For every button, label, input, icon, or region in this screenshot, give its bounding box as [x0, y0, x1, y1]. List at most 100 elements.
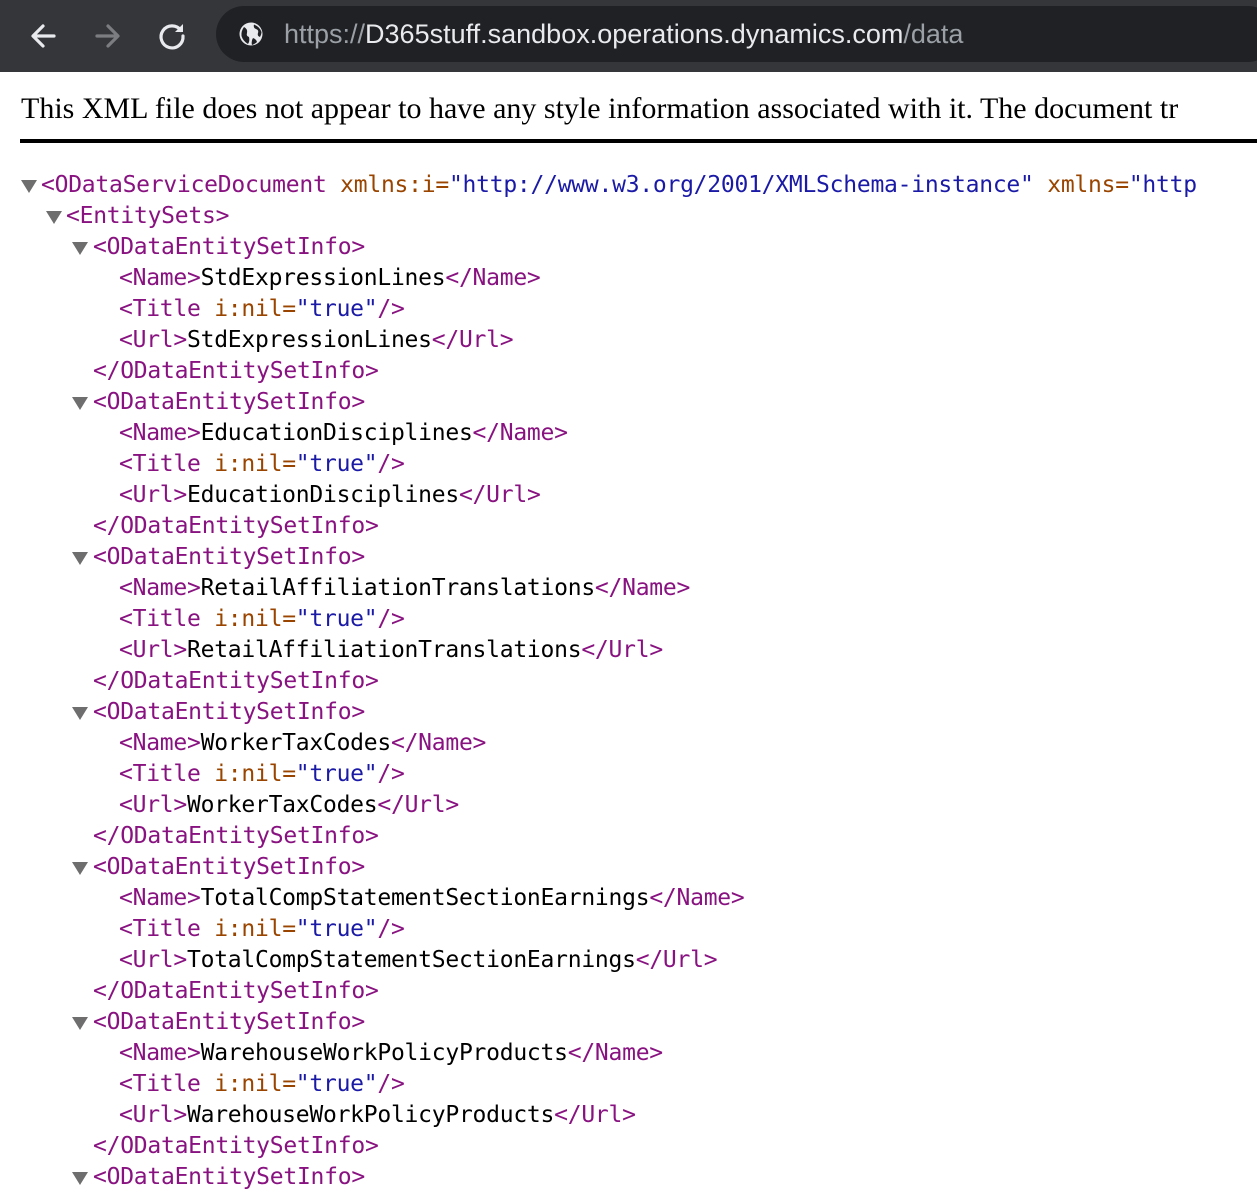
title-attr-name: i:nil= — [214, 606, 296, 632]
entity-name-line: <Name>TotalCompStatementSectionEarnings<… — [119, 883, 745, 914]
entity-name: WorkerTaxCodes — [200, 730, 392, 756]
url-text: https://D365stuff.sandbox.operations.dyn… — [284, 6, 963, 62]
entity-title-line: <Title i:nil="true"/> — [119, 914, 405, 945]
entity-url-line: <Url>WarehouseWorkPolicyProducts</Url> — [119, 1100, 636, 1131]
entity-url-line: <Url>TotalCompStatementSectionEarnings</… — [119, 945, 718, 976]
collapse-triangle-icon[interactable] — [72, 552, 88, 565]
url-host: D365stuff.sandbox.operations.dynamics.co… — [365, 19, 904, 49]
title-open-tag: <Title — [119, 296, 201, 322]
root-attr-name: xmlns:i= — [340, 172, 449, 198]
entityset-info-close: </ODataEntitySetInfo> — [93, 976, 379, 1007]
entityset-info-open: <ODataEntitySetInfo> — [93, 697, 365, 728]
name-open-tag: <Name> — [119, 885, 201, 911]
name-close-tag: </Name> — [594, 575, 691, 601]
arrow-right-icon — [95, 24, 120, 48]
root-attr-value: "http://www.w3.org/2001/XMLSchema-instan… — [448, 172, 1034, 198]
collapse-triangle-icon[interactable] — [72, 397, 88, 410]
url-close-tag: </Url> — [581, 637, 663, 663]
entity-name-line: <Name>RetailAffiliationTranslations</Nam… — [119, 573, 690, 604]
url-path: /data — [903, 19, 964, 49]
entityset-info-open-tag: <ODataEntitySetInfo> — [93, 389, 365, 415]
browser-toolbar: https://D365stuff.sandbox.operations.dyn… — [0, 0, 1257, 72]
forward-button[interactable] — [86, 14, 130, 58]
xml-root-line: <ODataServiceDocument xmlns:i="http://ww… — [41, 170, 1197, 201]
title-attr-value: "true" — [295, 1071, 378, 1097]
url-open-tag: <Url> — [119, 947, 187, 973]
entityset-info-close-tag: </ODataEntitySetInfo> — [93, 823, 379, 849]
url-close-tag: </Url> — [458, 482, 541, 508]
name-close-tag: </Name> — [445, 265, 541, 291]
entitysets-tag: <EntitySets> — [66, 203, 230, 229]
title-open-tag: <Title — [119, 1071, 201, 1097]
entity-url-line: <Url>EducationDisciplines</Url> — [119, 480, 541, 511]
url-close-tag: </Url> — [377, 792, 459, 818]
url-close-tag: </Url> — [431, 327, 514, 353]
entityset-info-close-tag: </ODataEntitySetInfo> — [93, 1133, 379, 1159]
entityset-info-close: </ODataEntitySetInfo> — [93, 1131, 379, 1162]
url-close-tag: </Url> — [635, 947, 718, 973]
entity-url: EducationDisciplines — [187, 482, 459, 508]
entity-name: TotalCompStatementSectionEarnings — [200, 885, 650, 911]
title-attr-name: i:nil= — [214, 761, 296, 787]
entityset-info-open-tag: <ODataEntitySetInfo> — [93, 234, 365, 260]
entity-url: WorkerTaxCodes — [187, 792, 378, 818]
collapse-triangle-icon[interactable] — [21, 180, 37, 193]
address-bar[interactable]: https://D365stuff.sandbox.operations.dyn… — [216, 6, 1257, 62]
collapse-triangle-icon[interactable] — [72, 242, 88, 255]
collapse-triangle-icon[interactable] — [72, 1172, 88, 1185]
title-open-tag: <Title — [119, 761, 201, 787]
entity-name: EducationDisciplines — [200, 420, 473, 446]
entityset-info-close: </ODataEntitySetInfo> — [93, 511, 379, 542]
title-attr-name: i:nil= — [214, 296, 296, 322]
name-open-tag: <Name> — [119, 1040, 201, 1066]
entity-title-line: <Title i:nil="true"/> — [119, 449, 405, 480]
back-button[interactable] — [21, 14, 65, 58]
globe-icon — [239, 22, 263, 46]
title-attr-value: "true" — [295, 916, 378, 942]
title-attr-value: "true" — [295, 761, 378, 787]
entity-title-line: <Title i:nil="true"/> — [119, 759, 405, 790]
entityset-info-close-tag: </ODataEntitySetInfo> — [93, 978, 379, 1004]
entity-url: StdExpressionLines — [187, 327, 432, 353]
root-tag: <ODataServiceDocument — [41, 172, 327, 198]
title-attr-value: "true" — [295, 451, 378, 477]
title-close-tag: /> — [377, 761, 405, 787]
entityset-info-close: </ODataEntitySetInfo> — [93, 356, 379, 387]
entity-url-line: <Url>StdExpressionLines</Url> — [119, 325, 514, 356]
title-attr-name: i:nil= — [214, 916, 296, 942]
root-attr-name: xmlns= — [1047, 172, 1129, 198]
name-open-tag: <Name> — [119, 730, 201, 756]
collapse-triangle-icon[interactable] — [72, 1017, 88, 1030]
entity-name-line: <Name>WarehouseWorkPolicyProducts</Name> — [119, 1038, 663, 1069]
entityset-info-close-tag: </ODataEntitySetInfo> — [93, 668, 379, 694]
url-open-tag: <Url> — [119, 792, 187, 818]
entityset-info-open: <ODataEntitySetInfo> — [93, 852, 365, 883]
entityset-info-open-tag: <ODataEntitySetInfo> — [93, 544, 365, 570]
collapse-triangle-icon[interactable] — [72, 707, 88, 720]
xml-entitysets-line: <EntitySets> — [66, 201, 229, 232]
title-close-tag: /> — [377, 606, 405, 632]
entity-title-line: <Title i:nil="true"/> — [119, 294, 405, 325]
entity-url: RetailAffiliationTranslations — [187, 637, 582, 663]
entityset-info-open-tag: <ODataEntitySetInfo> — [93, 699, 365, 725]
name-close-tag: </Name> — [390, 730, 487, 756]
entityset-info-open: <ODataEntitySetInfo> — [93, 542, 365, 573]
name-close-tag: </Name> — [649, 885, 745, 911]
reload-button[interactable] — [150, 14, 194, 58]
title-open-tag: <Title — [119, 916, 201, 942]
entity-title-line: <Title i:nil="true"/> — [119, 604, 405, 635]
collapse-triangle-icon[interactable] — [46, 211, 62, 224]
entityset-info-close: </ODataEntitySetInfo> — [93, 821, 379, 852]
entityset-info-open-partial: <ODataEntitySetInfo> — [93, 1162, 365, 1193]
entity-name: WarehouseWorkPolicyProducts — [200, 1040, 568, 1066]
xml-info-message: This XML file does not appear to have an… — [21, 92, 1179, 125]
title-close-tag: /> — [377, 451, 405, 477]
url-open-tag: <Url> — [119, 1102, 187, 1128]
entity-name-line: <Name>EducationDisciplines</Name> — [119, 418, 568, 449]
url-open-tag: <Url> — [119, 637, 187, 663]
collapse-triangle-icon[interactable] — [72, 862, 88, 875]
url-open-tag: <Url> — [119, 482, 187, 508]
entity-url-line: <Url>WorkerTaxCodes</Url> — [119, 790, 459, 821]
entity-url: TotalCompStatementSectionEarnings — [187, 947, 636, 973]
url-open-tag: <Url> — [119, 327, 187, 353]
